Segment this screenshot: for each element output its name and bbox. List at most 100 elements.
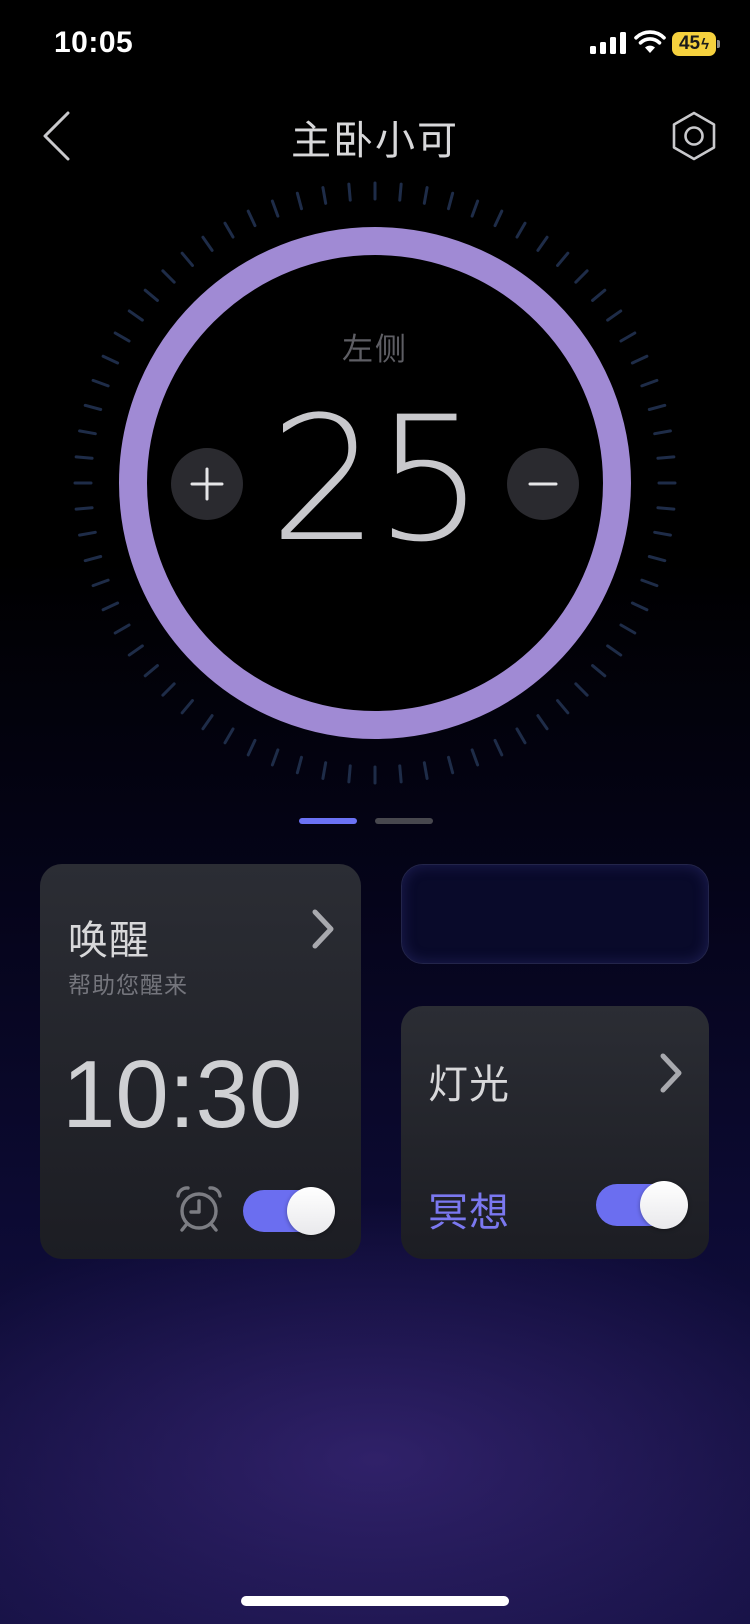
dial-tick [630,354,649,365]
home-indicator[interactable] [241,1596,509,1606]
dial-tick [201,714,214,731]
dial-tick [78,429,97,436]
dial-tick [223,727,235,745]
battery-icon: 45 ϟ [672,32,716,56]
dial-tick [143,288,159,302]
chevron-left-icon[interactable] [40,110,76,162]
charging-bolt-icon: ϟ [701,35,710,53]
dial-tick [470,748,480,767]
dial-tick [656,455,676,460]
light-toggle[interactable] [596,1181,688,1229]
minus-icon [528,482,558,486]
dial-tick [83,403,103,411]
dial-tick [113,623,131,635]
chevron-right-icon[interactable] [310,908,336,950]
page-indicator-active[interactable] [299,818,357,824]
dial-tick [74,455,94,460]
dial-tick [606,644,623,657]
dial-tick [101,601,120,612]
dial-tick [574,682,589,697]
dial-tick [143,664,159,678]
dial-tick [127,644,144,657]
battery-level: 45 [678,33,701,54]
increase-button[interactable] [171,448,243,520]
dial-tick [447,755,455,775]
dial-tick [619,623,637,635]
toggle-knob [287,1187,335,1235]
dial-tick [91,578,110,588]
dial-tick [180,699,194,715]
dial-tick [101,354,120,365]
wifi-icon [634,30,666,53]
dial-tick [515,727,527,745]
dial-tick [591,664,607,678]
dial-tick [246,209,257,228]
dial-tick [640,578,659,588]
dial-tick [574,269,589,284]
hexagon-settings-icon[interactable] [668,110,720,162]
dial-tick [536,714,549,731]
page-indicator-inactive[interactable] [375,818,433,824]
dial-tick [161,682,176,697]
dial-tick [180,251,194,267]
dial-tick [591,288,607,302]
dial-tick [470,199,480,218]
dial-tick [536,235,549,252]
dial-tick [127,309,144,322]
dial-tick [422,761,429,780]
light-mode[interactable]: 冥想 [428,1180,510,1238]
dial-tick [647,555,667,563]
wake-time: 10:30 [62,1041,303,1148]
dial-tick [640,378,659,388]
empty-card[interactable] [401,864,709,964]
dial-tick [161,269,176,284]
toggle-knob [640,1181,688,1229]
plus-icon [190,467,224,501]
dial-tick [447,191,455,211]
dial-tick [619,331,637,343]
alarm-clock-icon [176,1186,222,1232]
battery-tip [717,40,720,48]
light-title: 灯光 [428,1062,510,1108]
dial-tick [113,331,131,343]
dial-tick [321,186,328,205]
dial-tick [201,235,214,252]
dial-tick [647,403,667,411]
dial-tick [74,506,94,511]
dial-tick [78,530,97,537]
dial-tick [556,251,570,267]
page-title: 主卧小可 [291,118,459,164]
dial-tick [270,199,280,218]
dial-tick [398,182,403,202]
chevron-right-icon[interactable] [658,1052,684,1094]
wake-subtitle: 帮助您醒来 [68,973,188,999]
dial-tick [246,738,257,757]
temperature-value: 25 [269,379,485,580]
dial-tick [653,530,672,537]
dial-tick [321,761,328,780]
dial-tick [398,764,403,784]
wake-title: 唤醒 [68,918,150,964]
dial-tick [630,601,649,612]
dial-tick [606,309,623,322]
dial-tick [83,555,103,563]
dial-tick [493,209,504,228]
dial-tick [223,221,235,239]
dial-tick [653,429,672,436]
dial-tick [270,748,280,767]
signal-icon [590,32,626,54]
dial-tick [515,221,527,239]
dial-tick [347,182,352,202]
status-time: 10:05 [54,26,134,59]
dial-tick [493,738,504,757]
dial-tick [295,755,303,775]
dial-tick [656,506,676,511]
dial-tick [347,764,352,784]
decrease-button[interactable] [507,448,579,520]
dial-tick [295,191,303,211]
dial-tick [556,699,570,715]
wake-toggle[interactable] [243,1187,335,1235]
side-label: 左侧 [342,332,408,368]
dial-tick [422,186,429,205]
dial-tick [91,378,110,388]
